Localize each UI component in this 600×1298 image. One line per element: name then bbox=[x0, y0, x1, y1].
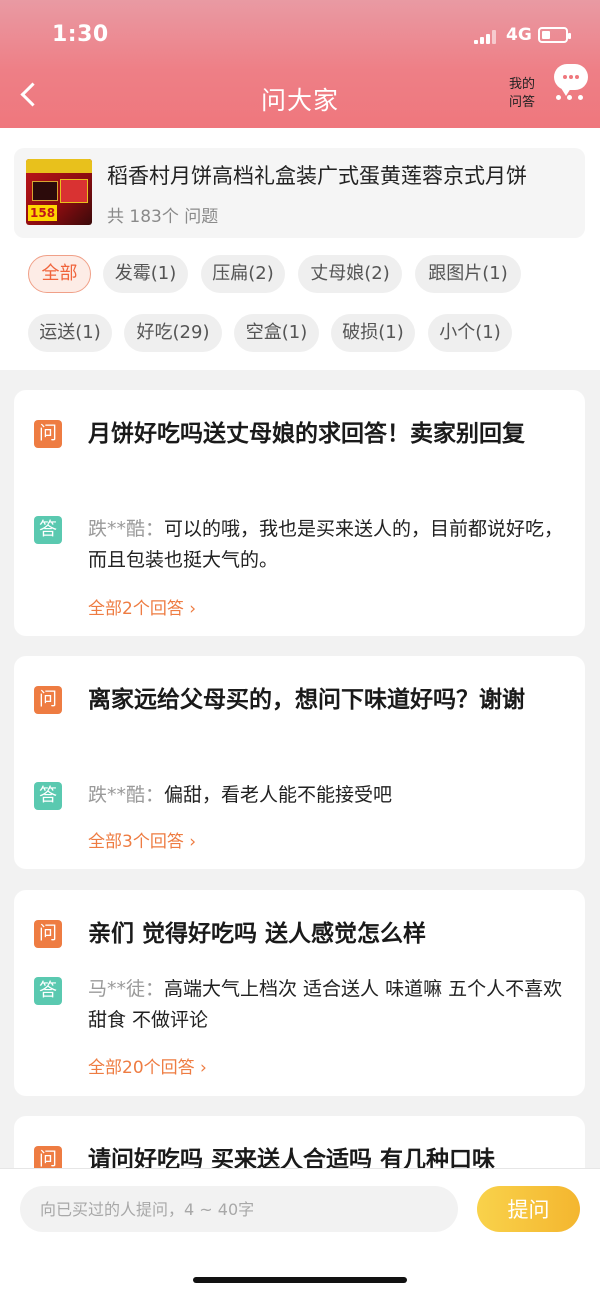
question-badge: 问 bbox=[34, 686, 62, 714]
tag-small[interactable]: 小个(1) bbox=[428, 314, 512, 352]
question-count: 共 183个 问题 bbox=[107, 207, 219, 227]
ask-question-input[interactable] bbox=[20, 1186, 458, 1232]
chat-bubble-icon[interactable] bbox=[554, 64, 588, 96]
answer-user: 马**徒： bbox=[88, 978, 165, 1000]
tag-damaged[interactable]: 破损(1) bbox=[331, 314, 415, 352]
answer-text: 跌**酷：可以的哦，我也是买来送人的，目前都说好吃，而且包装也挺大气的。 bbox=[88, 514, 568, 576]
tag-all[interactable]: 全部 bbox=[28, 255, 91, 293]
answer-badge: 答 bbox=[34, 977, 62, 1005]
product-title: 稻香村月饼高档礼盒装广式蛋黄莲蓉京式月饼 bbox=[107, 164, 527, 188]
ask-button[interactable]: 提问 bbox=[477, 1186, 580, 1232]
tag-match-image[interactable]: 跟图片(1) bbox=[415, 255, 521, 293]
qa-card[interactable]: 问 离家远给父母买的，想问下味道好吗？谢谢 答 跌**酷：偏甜，看老人能不能接受… bbox=[14, 656, 585, 869]
more-icon[interactable] bbox=[556, 95, 584, 101]
tag-tasty[interactable]: 好吃(29) bbox=[124, 314, 222, 352]
home-indicator bbox=[193, 1277, 407, 1283]
my-qa-button[interactable]: 我的 问答 bbox=[502, 76, 542, 112]
tag-crushed[interactable]: 压扁(2) bbox=[201, 255, 285, 293]
qa-card[interactable]: 问 亲们 觉得好吃吗 送人感觉怎么样 答 马**徒：高端大气上档次 适合送人 味… bbox=[14, 890, 585, 1096]
answer-text: 跌**酷：偏甜，看老人能不能接受吧 bbox=[88, 780, 568, 811]
all-answers-link[interactable]: 全部2个回答 › bbox=[88, 594, 196, 619]
product-thumbnail: 158 bbox=[26, 159, 92, 225]
answer-content: 偏甜，看老人能不能接受吧 bbox=[164, 784, 393, 806]
answer-user: 跌**酷： bbox=[88, 518, 165, 540]
question-text: 亲们 觉得好吃吗 送人感觉怎么样 bbox=[88, 921, 427, 947]
signal-icon bbox=[474, 30, 498, 44]
question-badge: 问 bbox=[34, 920, 62, 948]
question-text: 离家远给父母买的，想问下味道好吗？谢谢 bbox=[88, 687, 525, 713]
all-answers-link[interactable]: 全部3个回答 › bbox=[88, 827, 196, 852]
network-label: 4G bbox=[506, 25, 532, 45]
answer-badge: 答 bbox=[34, 516, 62, 544]
tag-mold[interactable]: 发霉(1) bbox=[103, 255, 188, 293]
app-header: 1:30 4G 问大家 我的 问答 bbox=[0, 0, 600, 128]
answer-user: 跌**酷： bbox=[88, 784, 165, 806]
all-answers-link[interactable]: 全部20个回答 › bbox=[88, 1053, 207, 1078]
question-badge: 问 bbox=[34, 420, 62, 448]
answer-badge: 答 bbox=[34, 782, 62, 810]
answer-text: 马**徒：高端大气上档次 适合送人 味道嘛 五个人不喜欢甜食 不做评论 bbox=[88, 974, 568, 1036]
tag-shipping[interactable]: 运送(1) bbox=[28, 314, 112, 352]
thumbnail-price: 158 bbox=[28, 205, 58, 221]
status-time: 1:30 bbox=[52, 22, 109, 47]
tag-mother-in-law[interactable]: 丈母娘(2) bbox=[298, 255, 402, 293]
battery-level bbox=[542, 31, 550, 39]
tag-empty-box[interactable]: 空盒(1) bbox=[234, 314, 319, 352]
qa-card[interactable]: 问 月饼好吃吗送丈母娘的求回答！卖家别回复 答 跌**酷：可以的哦，我也是买来送… bbox=[14, 390, 585, 636]
battery-icon bbox=[538, 27, 571, 43]
question-text: 月饼好吃吗送丈母娘的求回答！卖家别回复 bbox=[88, 421, 525, 447]
